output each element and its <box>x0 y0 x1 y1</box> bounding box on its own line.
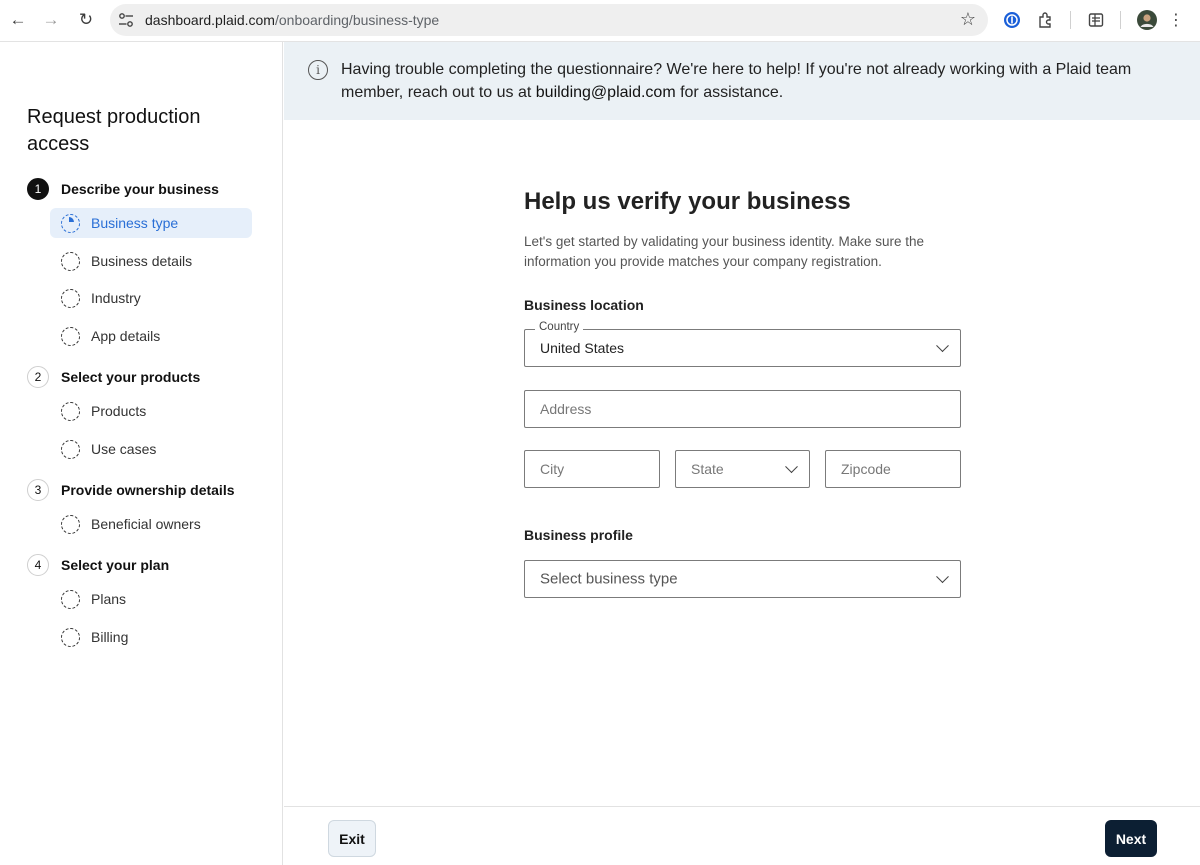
sidebar-item-label: Industry <box>91 290 141 306</box>
sidebar-item-beneficial-owners[interactable]: Beneficial owners <box>50 509 252 539</box>
sidebar-item-use-cases[interactable]: Use cases <box>50 434 252 464</box>
dashed-circle-icon <box>61 401 80 421</box>
toolbar-divider <box>1070 11 1071 29</box>
reading-list-icon[interactable] <box>1086 10 1106 30</box>
info-icon: i <box>308 60 328 80</box>
forward-icon[interactable]: → <box>38 7 64 33</box>
chevron-down-icon <box>936 570 949 584</box>
sidebar-title: Request production access <box>27 106 201 155</box>
city-input[interactable]: City <box>524 450 660 488</box>
sidebar-item-label: Business details <box>91 253 193 269</box>
step-label: Provide ownership details <box>61 482 235 498</box>
address-placeholder: Address <box>540 401 592 417</box>
help-banner-message: Having trouble completing the questionna… <box>341 61 1132 101</box>
state-select[interactable]: State <box>675 450 810 488</box>
chevron-down-icon <box>936 339 949 353</box>
step-label: Describe your business <box>61 181 219 197</box>
zipcode-input[interactable]: Zipcode <box>825 450 961 488</box>
address-input[interactable]: Address <box>524 390 961 428</box>
extensions-icon[interactable] <box>1036 10 1056 30</box>
city-placeholder: City <box>540 461 565 477</box>
address-bar[interactable]: dashboard.plaid.com/onboarding/business-… <box>110 4 988 36</box>
back-icon[interactable]: ← <box>5 7 31 33</box>
dashed-circle-icon <box>61 288 80 308</box>
bookmark-star-icon[interactable]: ☆ <box>960 9 976 30</box>
step-4: 4 Select your plan <box>27 554 169 576</box>
sidebar-item-billing[interactable]: Billing <box>50 622 252 652</box>
sidebar-item-label: Billing <box>91 629 129 645</box>
sidebar-item-label: Business type <box>91 215 179 231</box>
page-description: Let's get started by validating your bus… <box>524 234 925 269</box>
progress-circle-icon <box>61 213 80 233</box>
onboarding-sidebar: Request production access 1 Describe you… <box>0 42 283 865</box>
business-type-select[interactable]: Select business type <box>524 560 961 598</box>
dashed-circle-icon <box>61 326 80 346</box>
sidebar-item-label: Beneficial owners <box>91 516 201 532</box>
exit-button[interactable]: Exit <box>328 820 376 857</box>
reload-icon[interactable]: ↻ <box>73 7 99 33</box>
dashed-circle-icon <box>61 251 80 271</box>
step-3: 3 Provide ownership details <box>27 479 235 501</box>
sidebar-item-label: Use cases <box>91 441 157 457</box>
support-email-link[interactable]: building@plaid.com <box>536 84 676 101</box>
business-location-label: Business location <box>524 297 644 313</box>
browser-toolbar: ← → ↻ dashboard.plaid.com/onboarding/bus… <box>0 0 1200 42</box>
country-value: United States <box>540 340 625 356</box>
sidebar-item-label: Plans <box>91 591 127 607</box>
sidebar-item-app-details[interactable]: App details <box>50 321 252 351</box>
next-button[interactable]: Next <box>1105 820 1157 857</box>
state-placeholder: State <box>691 461 724 477</box>
form-footer: Exit Next <box>284 806 1200 865</box>
sidebar-item-label: App details <box>91 328 161 344</box>
country-legend: Country <box>535 321 584 333</box>
zipcode-placeholder: Zipcode <box>841 461 891 477</box>
step-number: 2 <box>27 366 49 388</box>
help-banner: i Having trouble completing the question… <box>284 42 1200 120</box>
sidebar-item-label: Products <box>91 403 147 419</box>
business-verification-form: Help us verify your business Let's get s… <box>284 120 1200 806</box>
sidebar-item-business-type[interactable]: Business type <box>50 208 252 238</box>
page-title: Help us verify your business <box>524 188 851 215</box>
dashed-circle-icon <box>61 439 80 459</box>
sidebar-item-plans[interactable]: Plans <box>50 584 252 614</box>
dashed-circle-icon <box>61 514 80 534</box>
toolbar-divider <box>1120 11 1121 29</box>
password-manager-icon[interactable] <box>1002 10 1022 30</box>
sidebar-item-products[interactable]: Products <box>50 396 252 426</box>
step-label: Select your products <box>61 369 201 385</box>
step-1: 1 Describe your business <box>27 178 219 200</box>
business-profile-label: Business profile <box>524 527 633 543</box>
site-info-icon[interactable] <box>118 12 134 28</box>
sidebar-item-industry[interactable]: Industry <box>50 283 252 313</box>
step-number: 1 <box>27 178 49 200</box>
chevron-down-icon <box>785 460 798 474</box>
dashed-circle-icon <box>61 627 80 647</box>
step-number: 3 <box>27 479 49 501</box>
step-number: 4 <box>27 554 49 576</box>
dashed-circle-icon <box>61 589 80 609</box>
url-text: dashboard.plaid.com/onboarding/business-… <box>145 12 440 28</box>
country-select[interactable]: Country United States <box>524 321 961 367</box>
more-menu-icon[interactable]: ⋮ <box>1166 10 1186 30</box>
profile-avatar[interactable] <box>1137 10 1157 30</box>
step-2: 2 Select your products <box>27 366 200 388</box>
business-type-placeholder: Select business type <box>540 570 678 588</box>
step-label: Select your plan <box>61 557 170 573</box>
sidebar-item-business-details[interactable]: Business details <box>50 246 252 276</box>
